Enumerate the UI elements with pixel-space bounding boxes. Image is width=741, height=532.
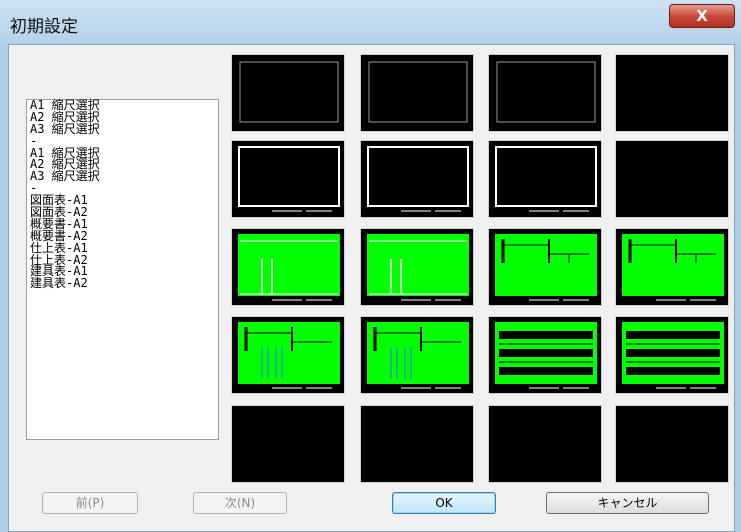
template-thumbnail[interactable]	[231, 316, 345, 394]
thumbnail-preview	[622, 234, 724, 301]
template-thumbnail[interactable]	[231, 54, 345, 132]
ok-button[interactable]: OK	[392, 492, 496, 514]
template-thumbnail[interactable]	[488, 228, 602, 306]
close-button[interactable]: X	[669, 4, 735, 28]
list-item[interactable]: A3 縮尺選択	[27, 123, 218, 136]
dialog-title: 初期設定	[10, 17, 78, 37]
thumbnail-preview	[367, 234, 469, 301]
template-thumbnail[interactable]	[360, 54, 474, 132]
template-thumbnail[interactable]	[360, 228, 474, 306]
template-thumbnail[interactable]	[488, 316, 602, 394]
template-thumbnail[interactable]	[231, 405, 345, 483]
thumbnail-preview	[495, 146, 597, 212]
prev-button[interactable]: 前(P)	[42, 492, 138, 514]
dialog-body: A1 縮尺選択 A2 縮尺選択 A3 縮尺選択 - A1 縮尺選択 A2 縮尺選…	[8, 44, 735, 532]
thumbnail-preview	[616, 141, 730, 219]
thumbnail-preview	[238, 322, 340, 389]
template-thumbnail[interactable]	[615, 228, 729, 306]
thumbnail-preview	[232, 406, 346, 484]
template-list[interactable]: A1 縮尺選択 A2 縮尺選択 A3 縮尺選択 - A1 縮尺選択 A2 縮尺選…	[26, 99, 219, 440]
thumbnail-preview	[496, 61, 596, 123]
cancel-button[interactable]: キャンセル	[546, 492, 709, 514]
template-thumbnail[interactable]	[488, 54, 602, 132]
thumbnail-preview	[616, 55, 730, 133]
template-thumbnail[interactable]	[615, 140, 729, 218]
template-thumbnail[interactable]	[615, 54, 729, 132]
template-thumbnail[interactable]	[360, 316, 474, 394]
template-thumbnail[interactable]	[615, 316, 729, 394]
thumbnail-preview	[238, 234, 340, 301]
title-bar: 初期設定 X	[0, 0, 741, 44]
template-thumbnail[interactable]	[231, 140, 345, 218]
template-thumbnail[interactable]	[231, 228, 345, 306]
next-button[interactable]: 次(N)	[193, 492, 287, 514]
thumbnail-preview	[367, 146, 469, 212]
template-thumbnail[interactable]	[488, 405, 602, 483]
thumbnail-preview	[616, 406, 730, 484]
thumbnail-preview	[489, 406, 603, 484]
dialog-window: 初期設定 X A1 縮尺選択 A2 縮尺選択 A3 縮尺選択 - A1 縮尺選択…	[0, 0, 741, 532]
template-thumbnail[interactable]	[615, 405, 729, 483]
thumbnail-preview	[238, 146, 340, 212]
thumbnail-preview	[495, 234, 597, 301]
thumbnail-preview	[368, 61, 468, 123]
thumbnail-preview	[361, 406, 475, 484]
template-thumbnail[interactable]	[488, 140, 602, 218]
thumbnail-preview	[495, 322, 597, 389]
thumbnail-preview	[239, 61, 339, 123]
list-item[interactable]: A3 縮尺選択	[27, 170, 218, 183]
template-thumbnail[interactable]	[360, 140, 474, 218]
template-thumbnail[interactable]	[360, 405, 474, 483]
thumbnail-preview	[622, 322, 724, 389]
thumbnail-preview	[367, 322, 469, 389]
list-item[interactable]: 建具表-A2	[27, 277, 218, 290]
